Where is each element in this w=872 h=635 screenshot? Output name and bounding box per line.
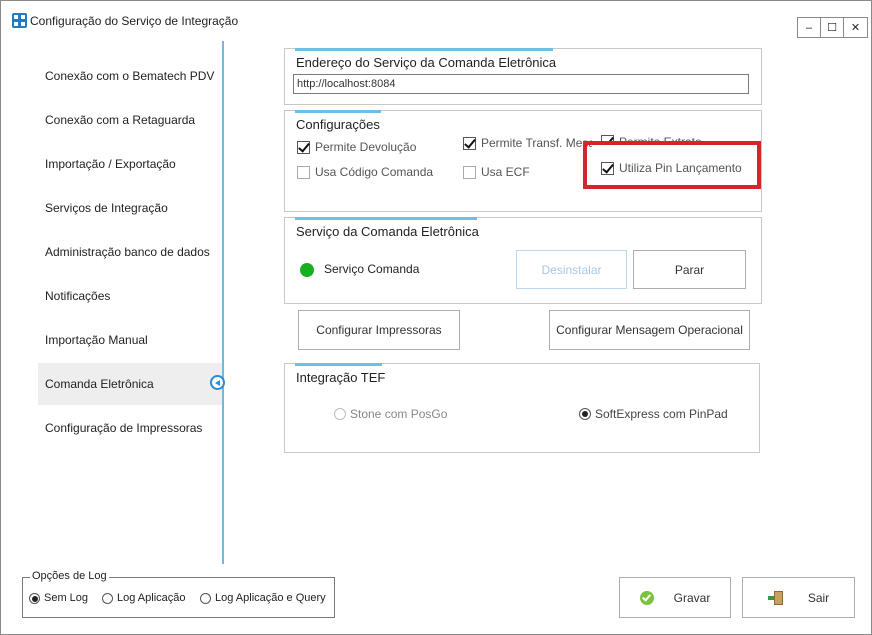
log-aplicacao-radio[interactable]: Log Aplicação <box>102 592 186 604</box>
usa-codigo-comanda-checkbox[interactable]: Usa Código Comanda <box>297 165 433 179</box>
sidebar-item-importacao-manual[interactable]: Importação Manual <box>45 330 148 350</box>
endereco-group: Endereço do Serviço da Comanda Eletrônic… <box>284 48 762 105</box>
endereco-title: Endereço do Serviço da Comanda Eletrônic… <box>296 55 557 70</box>
exit-button[interactable]: Sair <box>742 577 855 618</box>
configuracoes-title: Configurações <box>296 117 380 132</box>
radio-label: Stone com PosGo <box>350 407 448 421</box>
checkbox-label: Usa Código Comanda <box>315 165 434 179</box>
radio-selected-icon <box>579 408 591 420</box>
checkbox-label: Permite Devolução <box>315 140 417 154</box>
group-accent-bar <box>295 110 381 113</box>
service-status-label: Serviço Comanda <box>324 262 420 276</box>
radio-label: Log Aplicação e Query <box>215 592 326 604</box>
title-bar: Configuração do Serviço de Integração <box>1 1 871 33</box>
tef-title: Integração TEF <box>296 370 386 385</box>
sidebar-divider <box>222 41 224 564</box>
checkbox-label: Permite Transf. Mesa <box>481 136 592 150</box>
sem-log-radio[interactable]: Sem Log <box>29 592 88 604</box>
checkbox-checked-icon <box>463 136 476 150</box>
group-accent-bar <box>295 363 382 366</box>
chevron-left-icon <box>210 375 225 390</box>
sidebar-item-banco-dados[interactable]: Administração banco de dados <box>45 242 210 262</box>
sidebar-item-servicos-integracao[interactable]: Serviços de Integração <box>45 198 168 218</box>
stop-button[interactable]: Parar <box>633 250 746 289</box>
radio-label: Sem Log <box>44 592 89 604</box>
app-icon <box>12 13 27 28</box>
main-window: Configuração do Serviço de Integração – … <box>0 0 872 635</box>
radio-unselected-icon <box>200 592 211 604</box>
sidebar-item-configuracao-impressoras[interactable]: Configuração de Impressoras <box>45 418 202 438</box>
log-options-group: Opções de Log Sem Log Log Aplicação Log … <box>22 570 335 618</box>
log-aplicacao-query-radio[interactable]: Log Aplicação e Query <box>200 592 326 604</box>
exit-door-icon <box>767 590 784 605</box>
usa-ecf-checkbox[interactable]: Usa ECF <box>463 165 530 179</box>
servico-title: Serviço da Comanda Eletrônica <box>296 224 479 239</box>
url-input[interactable]: http://localhost:8084 <box>293 74 749 94</box>
sidebar-item-comanda-eletronica[interactable]: Comanda Eletrônica <box>45 374 154 394</box>
radio-label: SoftExpress com PinPad <box>595 407 728 421</box>
highlight-annotation-box <box>583 141 761 189</box>
status-running-icon <box>300 263 314 277</box>
sidebar-item-bematech-pdv[interactable]: Conexão com o Bematech PDV <box>45 66 214 86</box>
configure-message-button[interactable]: Configurar Mensagem Operacional <box>549 310 750 350</box>
checkbox-label: Usa ECF <box>481 165 530 179</box>
window-title: Configuração do Serviço de Integração <box>30 14 239 28</box>
group-accent-bar <box>295 48 553 51</box>
permite-transf-mesa-checkbox[interactable]: Permite Transf. Mesa <box>463 136 592 150</box>
permite-devolucao-checkbox[interactable]: Permite Devolução <box>297 140 416 154</box>
save-button[interactable]: Gravar <box>619 577 731 618</box>
log-options-title: Opções de Log <box>30 570 109 582</box>
checkbox-unchecked-icon <box>297 165 310 179</box>
maximize-button[interactable]: ☐ <box>821 18 844 37</box>
radio-unselected-icon <box>102 592 113 604</box>
window-controls: – ☐ ✕ <box>797 17 868 38</box>
close-button[interactable]: ✕ <box>844 18 867 37</box>
radio-selected-icon <box>29 592 40 604</box>
sidebar-item-retaguarda[interactable]: Conexão com a Retaguarda <box>45 110 195 130</box>
group-accent-bar <box>295 217 477 220</box>
minimize-button[interactable]: – <box>798 18 821 37</box>
check-circle-icon <box>639 590 654 605</box>
checkbox-checked-icon <box>297 140 310 154</box>
save-button-label: Gravar <box>673 590 711 605</box>
configure-printers-button[interactable]: Configurar Impressoras <box>298 310 460 350</box>
sidebar-item-notificacoes[interactable]: Notificações <box>45 286 110 306</box>
checkbox-unchecked-icon <box>463 165 476 179</box>
radio-label: Log Aplicação <box>117 592 186 604</box>
sidebar-item-importacao-exportacao[interactable]: Importação / Exportação <box>45 154 176 174</box>
stone-posgo-radio[interactable]: Stone com PosGo <box>334 407 447 421</box>
uninstall-button[interactable]: Desinstalar <box>516 250 627 289</box>
softexpress-pinpad-radio[interactable]: SoftExpress com PinPad <box>579 407 728 421</box>
exit-button-label: Sair <box>807 590 830 605</box>
radio-unselected-icon <box>334 408 346 420</box>
